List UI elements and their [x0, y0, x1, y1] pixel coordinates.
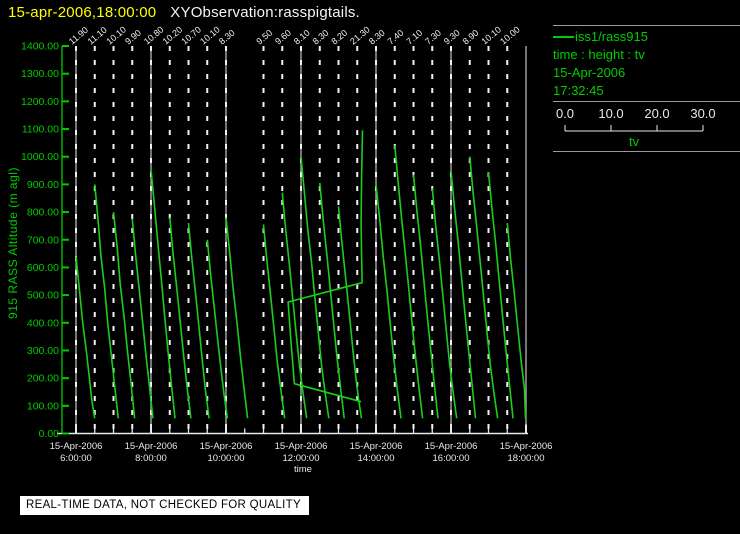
quality-banner: REAL-TIME DATA, NOT CHECKED FOR QUALITY: [20, 496, 309, 515]
y-axis: 0.00 100.00 200.00 300.00 400.00 500.00 600.00…: [6, 41, 69, 440]
legend-divider-bottom: [553, 151, 740, 152]
y-axis-title: 915 RASS Altitude (m agl): [6, 167, 20, 319]
x-tick-time: 14:00:00: [358, 453, 395, 464]
profile-tv-label: 10.20: [161, 24, 185, 46]
tv-scale-tick-30: 30.0: [690, 106, 715, 121]
x-axis-title: time: [294, 464, 312, 475]
y-tick-label: 1300.00: [21, 68, 59, 80]
y-tick-label: 200.00: [27, 373, 59, 385]
rass-profile-trace: [75, 256, 96, 419]
profile-top-labels: 11.9011.1010.109.9010.8010.2010.7010.108…: [67, 24, 522, 46]
profile-tv-label: 10.80: [142, 24, 166, 46]
legend-relation: time : height : tv: [553, 47, 645, 62]
legend-divider-top: [553, 25, 740, 26]
legend-time: 17:32:45: [553, 83, 604, 98]
legend-panel: iss1/rass915 time : height : tv 15-Apr-2…: [551, 24, 740, 154]
x-tick-date: 15-Apr-2006: [50, 441, 103, 452]
tv-scale-tick-0: 0.0: [556, 106, 574, 121]
tv-scale-label: tv: [629, 134, 640, 149]
x-tick-date: 15-Apr-2006: [500, 441, 553, 452]
y-tick-label: 1400.00: [21, 41, 59, 53]
x-tick-date: 15-Apr-2006: [200, 441, 253, 452]
rass-profile-trace: [150, 169, 176, 419]
profile-tv-label: 7.10: [404, 28, 424, 47]
rass-profile-trace: [187, 223, 210, 419]
profile-tv-label: 9.60: [273, 28, 293, 47]
x-tick-date: 15-Apr-2006: [275, 441, 328, 452]
profile-time-dashed-lines: [75, 46, 509, 432]
profile-tv-label: 8.30: [311, 28, 331, 47]
profile-tv-label: 10.00: [498, 24, 522, 46]
profile-tv-label: 8.20: [329, 28, 349, 47]
y-tick-label: 600.00: [27, 262, 59, 274]
tv-scale-bracket: [564, 125, 704, 132]
profile-tv-label: 11.90: [67, 25, 90, 47]
legend-series-row: iss1/rass915: [551, 28, 740, 46]
rass-profile-trace: [469, 156, 499, 419]
series-line-sample-icon: [553, 36, 574, 38]
x-tick-time: 8:00:00: [135, 453, 167, 464]
x-tick-time: 6:00:00: [60, 453, 92, 464]
rass-profile-trace: [394, 145, 424, 419]
profile-tv-label: 10.70: [179, 24, 203, 46]
y-tick-label: 0.00: [39, 428, 60, 440]
profile-tv-label: 8.10: [292, 28, 312, 47]
y-tick-label: 100.00: [27, 400, 59, 412]
x-tick-time: 12:00:00: [283, 453, 320, 464]
profile-tv-label: 10.10: [198, 24, 222, 46]
series-name: iss1/rass915: [575, 29, 648, 44]
x-tick-time: 16:00:00: [433, 453, 470, 464]
y-tick-label: 900.00: [27, 179, 59, 191]
rass-profile-trace: [431, 188, 458, 419]
y-tick-label: 1000.00: [21, 151, 59, 163]
profile-tv-label: 7.40: [386, 28, 406, 47]
x-tick-time: 10:00:00: [208, 453, 245, 464]
profile-tv-label: 10.10: [479, 24, 503, 46]
profile-tv-label: 9.50: [254, 28, 274, 47]
profile-tv-label: 9.30: [442, 28, 462, 47]
x-tick-time: 18:00:00: [508, 453, 545, 464]
profile-tv-label: 7.30: [423, 28, 443, 47]
rass-profile-trace: [262, 224, 286, 419]
profile-tv-label: 11.10: [86, 25, 109, 47]
y-tick-label: 300.00: [27, 345, 59, 357]
tv-scale-bar: 0.0 10.0 20.0 30.0 tv: [556, 106, 716, 149]
x-axis: 15-Apr-20066:00:0015-Apr-20068:00:0015-A…: [50, 424, 553, 475]
tv-scale-tick-10: 10.0: [598, 106, 623, 121]
profile-tv-label: 10.10: [104, 24, 128, 46]
x-tick-date: 15-Apr-2006: [125, 441, 178, 452]
y-tick-label: 800.00: [27, 207, 59, 219]
app-window: 15-apr-2006,18:00:00 XYObservation:rasspi…: [0, 0, 740, 534]
tv-scale-tick-20: 20.0: [644, 106, 669, 121]
x-tick-date: 15-Apr-2006: [350, 441, 403, 452]
y-tick-label: 1200.00: [21, 96, 59, 108]
rass-profile-trace: [375, 184, 402, 419]
legend-divider-mid: [553, 101, 740, 102]
legend-date: 15-Apr-2006: [553, 65, 626, 80]
rass-profile-trace: [300, 156, 330, 419]
rass-profile-trace: [450, 170, 477, 419]
y-tick-label: 1100.00: [22, 124, 59, 136]
y-tick-label: 400.00: [27, 317, 59, 329]
rass-profile-trace: [206, 239, 229, 419]
y-tick-label: 500.00: [27, 290, 59, 302]
x-tick-date: 15-Apr-2006: [425, 441, 478, 452]
y-tick-label: 700.00: [27, 234, 59, 246]
rass-profile-trace: [225, 217, 249, 419]
profile-tv-label: 8.90: [461, 28, 481, 47]
rass-profile-trace: [131, 218, 154, 419]
rass-profile-trace: [169, 217, 192, 419]
profile-tv-label: 21.30: [348, 24, 372, 46]
